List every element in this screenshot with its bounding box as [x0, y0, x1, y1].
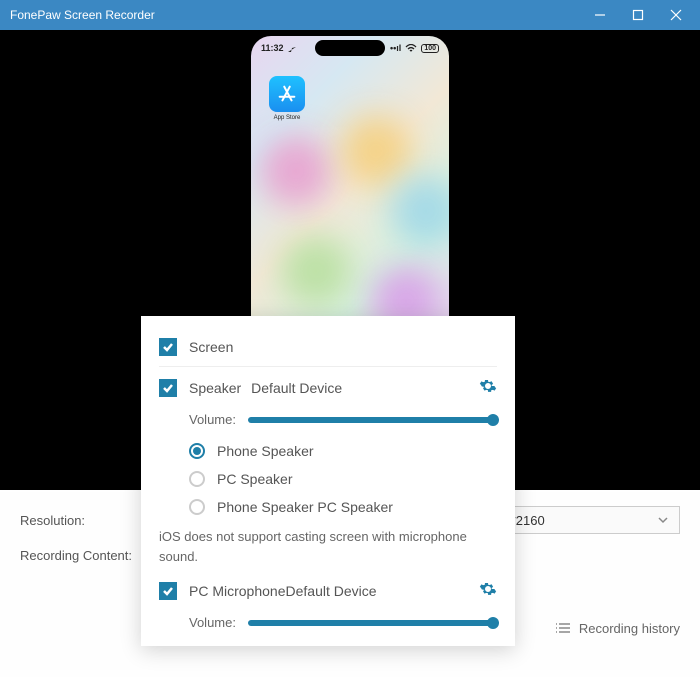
phone-speaker-radio[interactable]: [189, 443, 205, 459]
recording-history-link[interactable]: Recording history: [555, 621, 680, 636]
mic-label: PC Microphone: [189, 583, 286, 599]
signal-icon: ••ıl: [390, 43, 401, 53]
speaker-settings-button[interactable]: [479, 377, 497, 398]
speaker-checkbox[interactable]: [159, 379, 177, 397]
both-speaker-radio[interactable]: [189, 499, 205, 515]
app-store-icon: App Store: [267, 76, 307, 121]
status-time: 11:32: [261, 43, 284, 53]
list-icon: [555, 621, 571, 635]
gear-icon: [479, 580, 497, 598]
mic-volume-label: Volume:: [189, 615, 236, 630]
resolution-label: Resolution:: [20, 513, 140, 528]
phone-screen: 11:32 ••ıl 100 App Store: [251, 36, 449, 336]
screen-label: Screen: [189, 339, 233, 355]
app-store-label: App Store: [267, 115, 307, 121]
pc-speaker-label: PC Speaker: [217, 471, 292, 487]
window-controls: [582, 3, 694, 27]
battery-indicator: 100: [421, 44, 439, 53]
minimize-button[interactable]: [582, 3, 618, 27]
recording-content-label: Recording Content:: [20, 548, 140, 563]
mic-checkbox[interactable]: [159, 582, 177, 600]
both-speaker-label: Phone Speaker PC Speaker: [217, 499, 393, 515]
maximize-button[interactable]: [620, 3, 656, 27]
app-title: FonePaw Screen Recorder: [10, 8, 155, 22]
titlebar: FonePaw Screen Recorder: [0, 0, 700, 30]
wifi-icon: [405, 44, 417, 53]
location-icon: [287, 43, 297, 53]
speaker-volume-slider[interactable]: [248, 413, 497, 427]
gear-icon: [479, 377, 497, 395]
mic-volume-slider[interactable]: [248, 616, 497, 630]
dynamic-island: [315, 40, 385, 56]
chevron-down-icon: [657, 514, 669, 526]
mic-device: Default Device: [286, 583, 377, 599]
phone-speaker-label: Phone Speaker: [217, 443, 314, 459]
recording-history-label: Recording history: [579, 621, 680, 636]
pc-speaker-radio[interactable]: [189, 471, 205, 487]
speaker-label: Speaker: [189, 380, 241, 396]
app-store-tile: [269, 76, 305, 112]
screen-checkbox[interactable]: [159, 338, 177, 356]
options-popup: Screen Speaker Default Device Volume: Ph…: [141, 316, 515, 646]
mic-settings-button[interactable]: [479, 580, 497, 601]
speaker-volume-label: Volume:: [189, 412, 236, 427]
speaker-device: Default Device: [251, 380, 342, 396]
ios-note: iOS does not support casting screen with…: [159, 521, 497, 576]
close-button[interactable]: [658, 3, 694, 27]
